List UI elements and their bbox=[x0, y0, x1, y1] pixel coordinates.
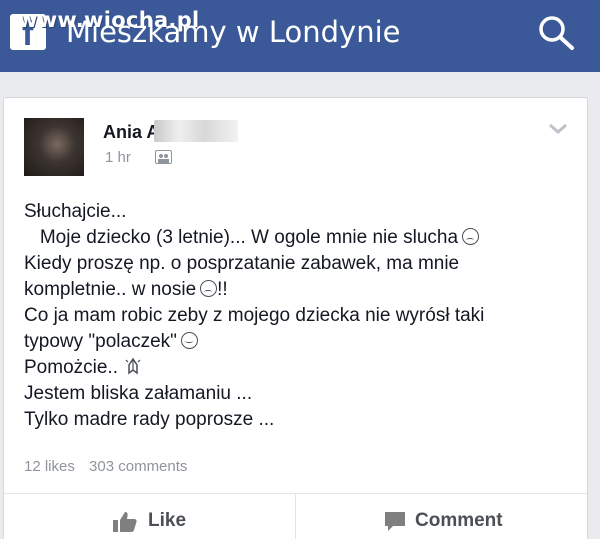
post-line: Kiedy proszę np. o posprzatanie zabawek,… bbox=[24, 253, 460, 274]
chevron-down-icon[interactable] bbox=[547, 122, 569, 136]
like-button[interactable]: Like bbox=[4, 494, 294, 539]
group-audience-icon bbox=[155, 150, 172, 164]
smile-face-icon bbox=[180, 332, 198, 349]
post-line: kompletnie.. w nosie!! bbox=[24, 279, 228, 300]
post-line: Słuchajcie... bbox=[24, 201, 127, 222]
top-bar: f www.wiocha.pl Mieszkamy w Londynie bbox=[0, 0, 600, 72]
post-line: Jestem bliska załamaniu ... bbox=[24, 383, 253, 404]
post-card: Ania A 1 hr Słuchajcie... Moje dziecko (… bbox=[3, 97, 588, 539]
post-time[interactable]: 1 hr bbox=[105, 149, 131, 166]
post-line: Tylko madre rady poprosze ... bbox=[24, 409, 275, 430]
search-icon[interactable] bbox=[534, 12, 582, 56]
likes-count[interactable]: 12 likes bbox=[24, 458, 75, 475]
crying-face-icon bbox=[200, 280, 218, 297]
comment-button[interactable]: Comment bbox=[295, 494, 587, 539]
thumbs-up-icon bbox=[113, 512, 137, 532]
post-line: Pomożcie.. bbox=[24, 355, 579, 381]
comments-count[interactable]: 303 comments bbox=[89, 458, 187, 475]
post-stats: 12 likes 303 comments bbox=[24, 458, 197, 475]
name-censor-blur bbox=[154, 120, 238, 142]
post-line: Moje dziecko (3 letnie)... W ogole mnie … bbox=[24, 225, 579, 251]
group-title: Mieszkamy w Londynie bbox=[66, 15, 401, 49]
like-label: Like bbox=[148, 510, 187, 531]
avatar[interactable] bbox=[24, 118, 84, 176]
praying-hands-icon bbox=[123, 356, 143, 384]
post-line: typowy "polaczek" bbox=[24, 329, 579, 355]
post-body: Słuchajcie... Moje dziecko (3 letnie)...… bbox=[24, 199, 579, 433]
comment-label: Comment bbox=[415, 510, 503, 531]
post-line: Co ja mam robic zeby z mojego dziecka ni… bbox=[24, 305, 485, 326]
post-author[interactable]: Ania A bbox=[103, 122, 159, 143]
crying-face-icon bbox=[462, 228, 480, 245]
comment-bubble-icon bbox=[385, 512, 405, 531]
